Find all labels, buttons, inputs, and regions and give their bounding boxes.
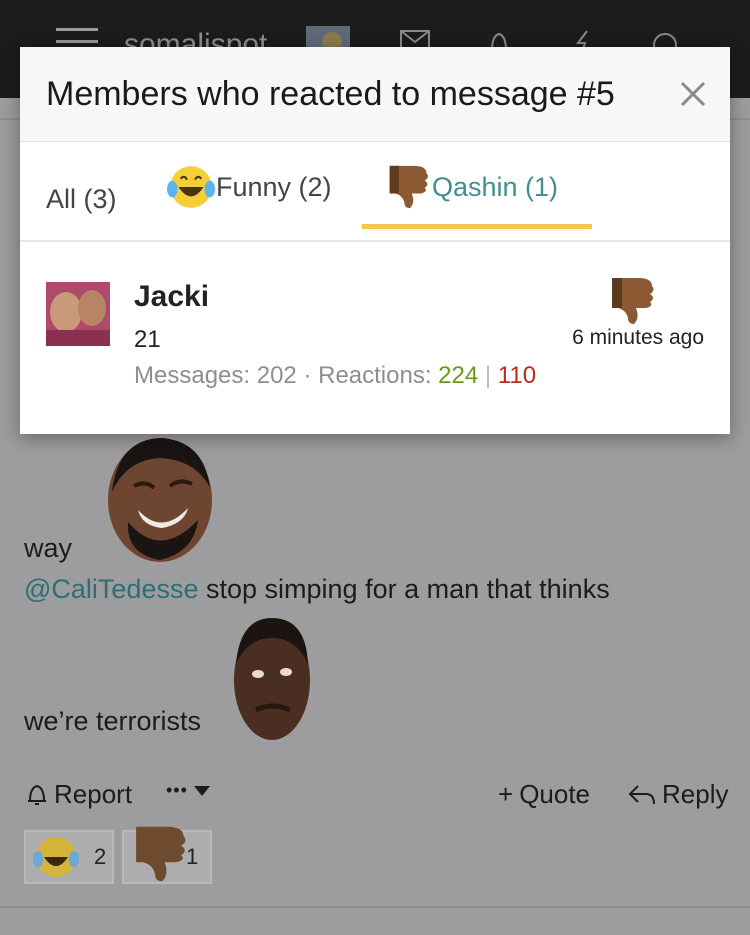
thumbs-down-icon bbox=[136, 826, 186, 882]
reactions-modal: Members who reacted to message #5 All (3… bbox=[20, 47, 730, 434]
thumbs-down-icon bbox=[612, 278, 654, 324]
modal-title: Members who reacted to message #5 bbox=[46, 75, 615, 113]
reaction-count-funny: 2 bbox=[94, 844, 107, 869]
tab-qashin-label: Qashin (1) bbox=[432, 171, 559, 202]
quote-button[interactable]: + Quote bbox=[498, 779, 590, 810]
plus-icon: + bbox=[498, 779, 514, 809]
tab-all[interactable]: All (3) bbox=[46, 184, 117, 215]
tab-qashin[interactable]: Qashin (1) bbox=[386, 162, 558, 212]
quote-label: Quote bbox=[519, 779, 591, 809]
member-row: Jacki 21 Messages: 202 · Reactions: 224 … bbox=[20, 242, 730, 434]
post-line-way: way bbox=[24, 533, 73, 563]
jayz-face-sticker bbox=[234, 618, 310, 740]
report-label: Report bbox=[54, 779, 133, 809]
avatar[interactable] bbox=[46, 282, 110, 346]
post-line-terrorists: we’re terrorists bbox=[24, 706, 202, 736]
reactions-separator: | bbox=[484, 362, 492, 389]
active-tab-indicator bbox=[362, 224, 592, 229]
reaction-chip-funny[interactable]: 2 bbox=[24, 830, 114, 884]
bell-icon bbox=[28, 784, 46, 805]
reaction-tabs: All (3) Funny (2) Qashin (1) bbox=[20, 142, 730, 242]
laughing-emoji-icon bbox=[167, 166, 215, 208]
reactions-positive: 224 bbox=[438, 362, 479, 389]
reply-label: Reply bbox=[662, 779, 729, 809]
tab-funny-label: Funny (2) bbox=[216, 171, 332, 202]
user-mention-link[interactable]: @CaliTedesse bbox=[24, 574, 199, 604]
caret-down-icon bbox=[193, 785, 210, 796]
post-line-text: stop simping for a man that thinks bbox=[198, 574, 610, 604]
reply-button[interactable]: Reply bbox=[628, 779, 728, 810]
messages-count: Messages: 202 bbox=[134, 362, 297, 389]
member-title: 21 bbox=[134, 326, 161, 353]
report-button[interactable]: Report bbox=[26, 779, 132, 810]
reply-icon bbox=[628, 784, 655, 804]
divider bbox=[0, 906, 750, 908]
member-stats: Messages: 202 · Reactions: 224 | 110 bbox=[134, 362, 536, 390]
member-name[interactable]: Jacki bbox=[134, 280, 209, 314]
reactions-negative: 110 bbox=[497, 362, 537, 389]
reaction-timestamp: 6 minutes ago bbox=[572, 326, 704, 349]
reaction-count-qashin: 1 bbox=[186, 844, 199, 869]
modal-header: Members who reacted to message #5 bbox=[20, 47, 730, 142]
laughing-emoji-icon bbox=[33, 837, 79, 877]
reactions-label: Reactions: bbox=[318, 362, 432, 389]
post-line-mention: @CaliTedesse stop simping for a man that… bbox=[24, 574, 610, 605]
tab-funny[interactable]: Funny (2) bbox=[166, 164, 332, 210]
stats-dot: · bbox=[303, 362, 312, 389]
more-label: ••• bbox=[166, 780, 188, 800]
thumbs-down-icon bbox=[389, 165, 428, 209]
reaction-chip-qashin[interactable]: 1 bbox=[122, 826, 212, 884]
close-icon[interactable] bbox=[678, 77, 708, 111]
drake-face-sticker bbox=[108, 438, 212, 562]
more-options-button[interactable]: ••• bbox=[166, 780, 210, 801]
